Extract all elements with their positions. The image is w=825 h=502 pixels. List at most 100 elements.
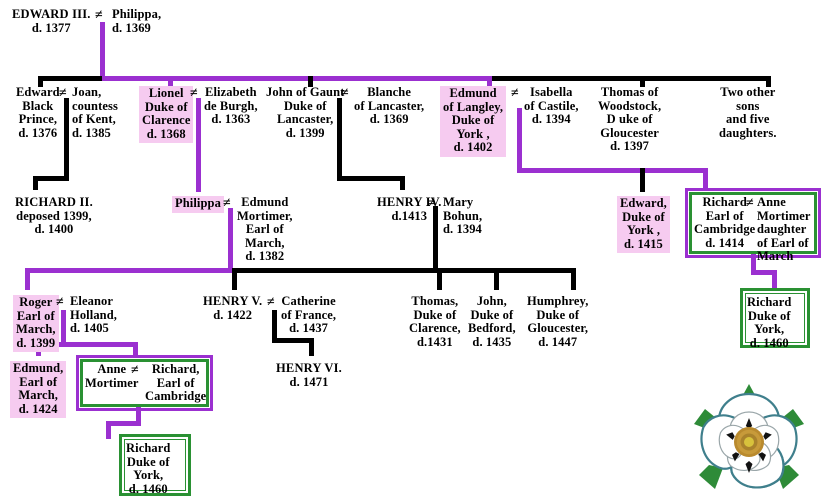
- person-line: Lancaster,: [276, 112, 334, 127]
- marriage-sign-langley: ≠: [511, 86, 519, 101]
- person-line: Roger: [19, 295, 53, 309]
- person-other-children[interactable]: Two other sons and five daughters.: [719, 85, 777, 140]
- person-edmund-march-1424[interactable]: Edmund, Earl of March, d. 1424: [10, 361, 67, 419]
- person-line: of Lancaster,: [354, 98, 425, 113]
- person-edmund-mortimer-march[interactable]: Edmund Mortimer, Earl of March, d. 1382: [237, 195, 293, 264]
- person-line: John of Gaunt: [266, 85, 345, 99]
- person-line: Duke of: [413, 307, 457, 322]
- person-line: HENRY VI.: [276, 361, 342, 375]
- marriage-drop-roger-eleanor: [61, 310, 66, 346]
- person-line: Gloucester,: [527, 321, 589, 336]
- genealogy-chart: EDWARD III. d. 1377 ≠ Philippa, d. 1369 …: [0, 0, 825, 502]
- person-line: Earl of: [245, 222, 284, 237]
- marriage-drop-lionel-elizabeth: [196, 98, 201, 192]
- person-line: March: [757, 249, 794, 264]
- person-line: Mortimer,: [237, 208, 293, 223]
- person-richard-cambridge-bottom[interactable]: Richard, Earl of Cambridge: [145, 362, 206, 404]
- person-roger-march[interactable]: Roger Earl of March, d. 1399: [13, 295, 59, 353]
- drop-anne-mortimer-bot: [133, 342, 138, 356]
- person-line: Edward,: [620, 196, 667, 210]
- person-line: d. 1437: [289, 321, 329, 336]
- person-blanche-lancaster[interactable]: Blanche of Lancaster, d. 1369: [354, 85, 425, 127]
- person-line: daughters.: [719, 125, 777, 140]
- person-line: d. 1369: [369, 112, 409, 127]
- person-joan-kent[interactable]: Joan, countess of Kent, d. 1385: [72, 85, 118, 140]
- person-line: Woodstock,: [598, 98, 662, 113]
- person-line: Two other: [720, 85, 776, 99]
- person-catherine-france[interactable]: Catherine of France, d. 1437: [281, 294, 337, 336]
- person-line: d. 1400: [34, 222, 74, 237]
- connector-edwardiii-philippa: [100, 22, 105, 80]
- person-line: d. 1471: [289, 374, 329, 389]
- person-line: EDWARD III.: [12, 7, 91, 21]
- person-richard-york-right[interactable]: Richard Duke of York, d. 1460: [747, 295, 791, 350]
- person-line: Richard: [126, 441, 171, 455]
- person-edmund-langley[interactable]: Edmund of Langley, Duke of York , d. 140…: [440, 86, 507, 157]
- person-line: Duke of: [622, 209, 665, 224]
- drop-richard-york-bottom: [106, 421, 111, 439]
- person-line: D uke of: [606, 112, 653, 127]
- person-line: Edmund: [241, 195, 289, 209]
- person-line: Duke of: [283, 98, 327, 113]
- person-line: York,: [133, 468, 164, 483]
- person-line: Philippa: [175, 196, 221, 210]
- person-richard-ii[interactable]: RICHARD II. deposed 1399, d. 1400: [15, 195, 93, 237]
- person-thomas-clarence[interactable]: Thomas, Duke of Clarence, d.1431: [409, 294, 461, 349]
- marriage-sign-blackprince: ≠: [59, 86, 67, 101]
- person-line: deposed 1399,: [16, 208, 92, 223]
- person-line: Duke of: [747, 308, 791, 323]
- person-eleanor-holland[interactable]: Eleanor Holland, d. 1405: [70, 294, 117, 336]
- person-line: d. 1397: [610, 139, 650, 154]
- person-line: Duke of: [470, 307, 514, 322]
- person-line: d. 1376: [18, 125, 58, 140]
- drop-humphrey-gloucester: [571, 268, 576, 290]
- sibling-bar-gen2-black-left: [38, 76, 102, 81]
- drop-henry-v: [232, 268, 237, 290]
- person-line: d. 1414: [705, 235, 745, 250]
- person-line: of France,: [281, 307, 337, 322]
- person-edward-black-prince[interactable]: Edward Black Prince, d. 1376: [16, 85, 60, 140]
- drop-edward-duke-york: [640, 168, 645, 192]
- drop-john-bedford: [494, 268, 499, 290]
- marriage-sign-lionel: ≠: [190, 86, 198, 101]
- person-line: Thomas,: [411, 294, 459, 308]
- sibling-bar-gen2-purple: [100, 76, 490, 81]
- person-richard-york-bottom[interactable]: Richard Duke of York, d. 1460: [126, 441, 171, 496]
- person-line: d.1431: [417, 334, 453, 349]
- person-thomas-woodstock[interactable]: Thomas of Woodstock, D uke of Gloucester…: [598, 85, 662, 154]
- bar-to-richardii: [33, 176, 69, 181]
- person-henry-vi[interactable]: HENRY VI. d. 1471: [276, 361, 342, 389]
- person-edward-duke-york[interactable]: Edward, Duke of York , d. 1415: [617, 196, 670, 254]
- person-john-bedford[interactable]: John, Duke of Bedford, d. 1435: [468, 294, 516, 349]
- drop-richard-york-right: [772, 270, 777, 290]
- person-line: d. 1460: [128, 481, 168, 496]
- person-henry-v[interactable]: HENRY V. d. 1422: [203, 294, 262, 322]
- bar-to-henryvi: [272, 338, 314, 343]
- person-line: d. 1368: [146, 126, 186, 141]
- person-line: d. 1385: [72, 125, 111, 140]
- person-line: daughter: [757, 222, 807, 237]
- person-line: d. 1415: [624, 236, 663, 251]
- person-lionel-clarence[interactable]: Lionel Duke of Clarence d. 1368: [139, 86, 194, 144]
- person-mary-bohun[interactable]: Mary Bohun, d. 1394: [443, 195, 482, 237]
- person-line: Holland,: [70, 307, 117, 322]
- person-line: Black: [22, 98, 54, 113]
- marriage-drop-blackprince-joan: [64, 98, 69, 178]
- person-line: Catherine: [281, 294, 336, 308]
- white-rose-of-york-emblem: [694, 384, 804, 489]
- person-philippa-hainault[interactable]: Philippa, d. 1369: [112, 7, 162, 35]
- person-line: d. 1422: [213, 307, 253, 322]
- person-line: Mary: [443, 195, 474, 209]
- person-line: d. 1424: [18, 401, 58, 416]
- person-edward-iii[interactable]: EDWARD III. d. 1377: [12, 7, 91, 35]
- person-elizabeth-de-burgh[interactable]: Elizabeth de Burgh, d. 1363: [204, 85, 258, 127]
- person-line: Anne: [757, 195, 786, 209]
- person-line: d. 1363: [211, 112, 251, 127]
- person-isabella-castile[interactable]: Isabella of Castile, d. 1394: [524, 85, 579, 127]
- person-humphrey-gloucester[interactable]: Humphrey, Duke of Gloucester, d. 1447: [527, 294, 589, 349]
- person-philippa-clarence[interactable]: Philippa: [172, 196, 224, 213]
- person-anne-mortimer-top[interactable]: Anne Mortimer daughter of Earl of March: [757, 195, 811, 264]
- person-john-of-gaunt[interactable]: John of Gaunt Duke of Lancaster, d. 1399: [266, 85, 345, 140]
- person-line: Philippa,: [112, 7, 162, 21]
- bar-to-richard-york-bottom: [106, 421, 141, 426]
